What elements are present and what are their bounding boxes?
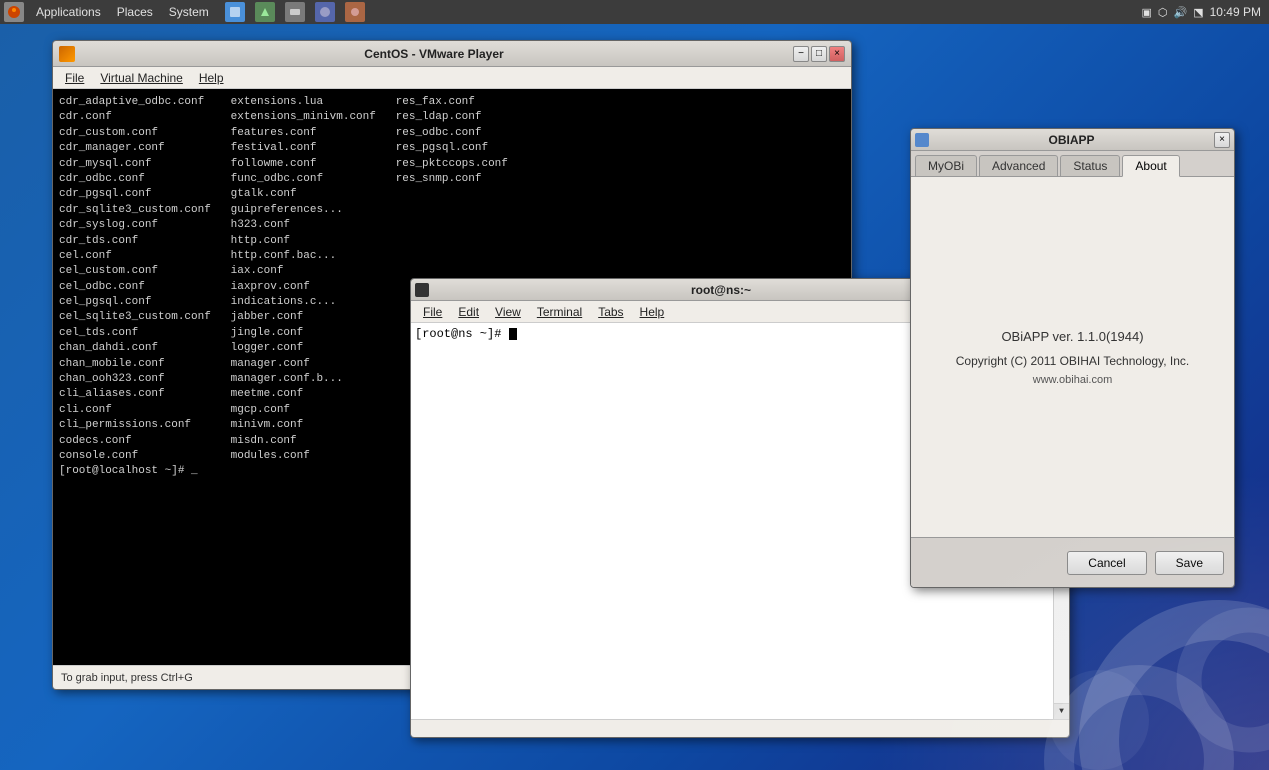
taskbar-icon-3[interactable]	[285, 2, 305, 22]
vmware-menu-help[interactable]: Help	[191, 69, 232, 87]
obiapp-copyright: Copyright (C) 2011 OBIHAI Technology, In…	[956, 354, 1189, 368]
bluetooth-icon: ⬡	[1158, 6, 1168, 19]
obiapp-tab-myobi[interactable]: MyOBi	[915, 155, 977, 176]
obiapp-footer: Cancel Save	[911, 537, 1234, 587]
obiapp-tab-status[interactable]: Status	[1060, 155, 1120, 176]
terminal-statusbar	[411, 719, 1069, 737]
vmware-status-text: To grab input, press Ctrl+G	[61, 672, 193, 684]
applications-menu[interactable]: Applications	[28, 0, 109, 24]
vmware-menu-file[interactable]: File	[57, 69, 92, 87]
terminal-app-icon	[415, 283, 429, 297]
obiapp-website: www.obihai.com	[1033, 374, 1112, 386]
vmware-menubar: File Virtual Machine Help	[53, 67, 851, 89]
terminal-menu-edit[interactable]: Edit	[450, 303, 487, 321]
terminal-menu-file[interactable]: File	[415, 303, 450, 321]
obiapp-tab-advanced[interactable]: Advanced	[979, 155, 1058, 176]
obiapp-about-content: OBiAPP ver. 1.1.0(1944) Copyright (C) 20…	[911, 177, 1234, 537]
obiapp-titlebar: OBIAPP ×	[911, 129, 1234, 151]
system-menu[interactable]: System	[161, 0, 217, 24]
obiapp-controls: ×	[1214, 132, 1230, 148]
obiapp-tab-about[interactable]: About	[1122, 155, 1179, 177]
obiapp-cancel-btn[interactable]: Cancel	[1067, 551, 1146, 575]
taskbar-icon-2[interactable]	[255, 2, 275, 22]
obiapp-close-btn[interactable]: ×	[1214, 132, 1230, 148]
taskbar-icon-5[interactable]	[345, 2, 365, 22]
volume-icon: 🔊	[1174, 6, 1188, 19]
desktop: Applications Places System	[0, 0, 1269, 770]
clock: 10:49 PM	[1210, 5, 1261, 19]
obiapp-app-icon	[915, 133, 929, 147]
terminal-menu-terminal[interactable]: Terminal	[529, 303, 590, 321]
vmware-minimize-btn[interactable]: −	[793, 46, 809, 62]
taskbar-icon-1[interactable]	[225, 2, 245, 22]
obiapp-version: OBiAPP ver. 1.1.0(1944)	[1001, 329, 1143, 344]
vmware-app-icon	[59, 46, 75, 62]
top-panel: Applications Places System	[0, 0, 1269, 24]
obiapp-save-btn[interactable]: Save	[1155, 551, 1224, 575]
vmware-titlebar: CentOS - VMware Player − □ ×	[53, 41, 851, 67]
terminal-menu-tabs[interactable]: Tabs	[590, 303, 631, 321]
vmware-restore-btn[interactable]: □	[811, 46, 827, 62]
gnome-icon	[4, 2, 24, 22]
vmware-menu-vm[interactable]: Virtual Machine	[92, 69, 191, 87]
terminal-menu-view[interactable]: View	[487, 303, 529, 321]
terminal-prompt: [root@ns ~]#	[415, 327, 501, 341]
vmware-controls: − □ ×	[793, 46, 845, 62]
obiapp-window: OBIAPP × MyOBi Advanced Status About OBi…	[910, 128, 1235, 588]
scrollbar-down-btn[interactable]: ▼	[1054, 703, 1069, 719]
battery-icon: ⬔	[1193, 6, 1203, 19]
network-icon: ▣	[1142, 6, 1152, 19]
terminal-menu-help[interactable]: Help	[632, 303, 673, 321]
panel-left: Applications Places System	[0, 0, 369, 24]
terminal-cursor	[509, 328, 517, 340]
places-menu[interactable]: Places	[109, 0, 161, 24]
obiapp-title: OBIAPP	[929, 133, 1214, 147]
vmware-close-btn[interactable]: ×	[829, 46, 845, 62]
obiapp-tabs: MyOBi Advanced Status About	[911, 151, 1234, 177]
vmware-title: CentOS - VMware Player	[75, 47, 793, 61]
taskbar-icon-4[interactable]	[315, 2, 335, 22]
panel-right: ▣ ⬡ 🔊 ⬔ 10:49 PM	[1142, 5, 1269, 19]
